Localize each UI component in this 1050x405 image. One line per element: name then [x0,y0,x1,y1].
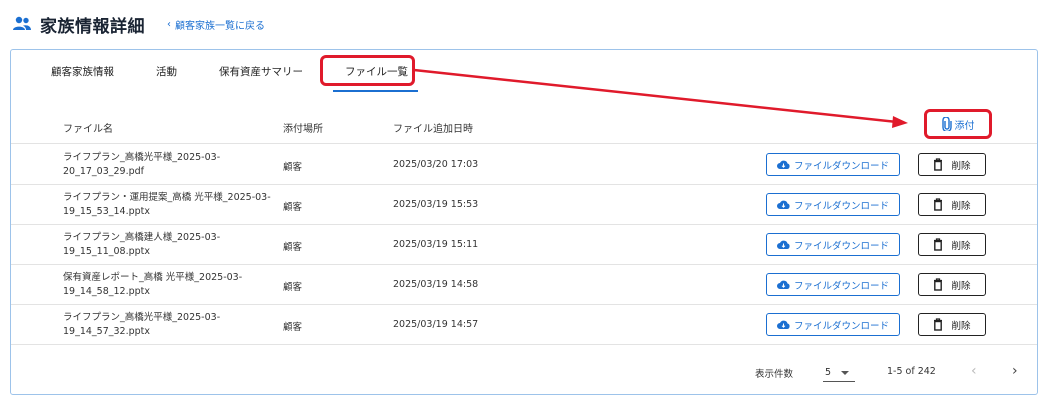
download-button[interactable]: ファイルダウンロード [766,233,900,256]
file-date: 2025/03/20 17:03 [393,159,479,170]
file-date: 2025/03/19 14:58 [393,279,479,290]
delete-button[interactable]: 削除 [918,233,986,256]
page-title: 家族情報詳細 [40,16,145,37]
page-header: 家族情報詳細 ‹ 顧客家族一覧に戻る [12,12,265,37]
tab-activity[interactable]: 活動 [156,64,177,90]
file-name: ライフプラン・運用提案_高橋 光平様_2025-03-19_15_53_14.p… [63,192,271,217]
file-location: 顧客 [283,322,303,333]
page-range: 1-5 of 242 [887,366,936,377]
per-page-label: 表示件数 [755,369,794,380]
trash-icon [934,278,943,291]
cloud-download-icon [776,200,790,209]
chevron-right-icon[interactable]: › [1012,363,1018,379]
active-tab-indicator [333,90,418,92]
table-row: 保有資産レポート_高橋 光平様_2025-03-19_14_58_12.pptx… [11,265,1037,305]
trash-icon [934,318,943,331]
file-location: 顧客 [283,242,303,253]
tab-label: 活動 [156,66,177,78]
download-button[interactable]: ファイルダウンロード [766,193,900,216]
back-link-label: 顧客家族一覧に戻る [175,20,265,32]
delete-button[interactable]: 削除 [918,273,986,296]
table-row: ライフプラン_高橋光平様_2025-03-20_17_03_29.pdf 顧客 … [11,145,1037,185]
tab-label: ファイル一覧 [345,66,408,78]
column-header-date: ファイル追加日時 [393,124,473,135]
file-date: 2025/03/19 15:53 [393,199,479,210]
chevron-left-icon: ‹ [167,18,171,30]
caret-down-icon [841,370,850,375]
download-button[interactable]: ファイルダウンロード [766,313,900,336]
people-icon [13,16,31,30]
table-header: ファイル名 添付場所 ファイル追加日時 [11,118,1037,144]
file-name: 保有資産レポート_高橋 光平様_2025-03-19_14_58_12.pptx [63,272,243,297]
tab-label: 顧客家族情報 [51,66,114,78]
tab-file-list[interactable]: ファイル一覧 [333,64,418,92]
file-name: ライフプラン_高橋光平様_2025-03-20_17_03_29.pdf [63,152,221,177]
paperclip-icon [941,117,952,131]
download-label: ファイルダウンロード [793,240,889,252]
per-page-value: 5 [825,367,832,378]
delete-label: 削除 [951,320,971,332]
chevron-left-icon[interactable]: ‹ [971,363,977,379]
per-page-select[interactable]: 5 [823,364,855,382]
file-list-card: 顧客家族情報 活動 保有資産サマリー ファイル一覧 ファイル名 添付場所 ファイ… [10,49,1038,395]
download-label: ファイルダウンロード [793,200,889,212]
back-link[interactable]: ‹ 顧客家族一覧に戻る [167,17,265,32]
cloud-download-icon [776,280,790,289]
cloud-download-icon [776,160,790,169]
cloud-download-icon [776,240,790,249]
trash-icon [934,198,943,211]
tab-label: 保有資産サマリー [219,66,303,78]
download-label: ファイルダウンロード [793,160,889,172]
pagination: 表示件数 5 1-5 of 242 ‹ › [11,356,1037,386]
trash-icon [934,238,943,251]
delete-button[interactable]: 削除 [918,193,986,216]
download-button[interactable]: ファイルダウンロード [766,273,900,296]
file-name: ライフプラン_高橋建人様_2025-03-19_15_11_08.pptx [63,232,221,257]
file-date: 2025/03/19 15:11 [393,239,479,250]
file-location: 顧客 [283,162,303,173]
tab-customer-family-info[interactable]: 顧客家族情報 [51,64,114,90]
attach-label: 添付 [954,120,975,132]
trash-icon [934,158,943,171]
download-button[interactable]: ファイルダウンロード [766,153,900,176]
table-row: ライフプラン_高橋建人様_2025-03-19_15_11_08.pptx 顧客… [11,225,1037,265]
download-label: ファイルダウンロード [793,280,889,292]
column-header-location: 添付場所 [283,124,323,135]
download-label: ファイルダウンロード [793,320,889,332]
file-location: 顧客 [283,282,303,293]
file-location: 顧客 [283,202,303,213]
delete-button[interactable]: 削除 [918,313,986,336]
delete-button[interactable]: 削除 [918,153,986,176]
table-row: ライフプラン_高橋光平様_2025-03-19_14_57_32.pptx 顧客… [11,305,1037,345]
delete-label: 削除 [951,240,971,252]
file-date: 2025/03/19 14:57 [393,319,479,330]
table-row: ライフプラン・運用提案_高橋 光平様_2025-03-19_15_53_14.p… [11,185,1037,225]
column-header-filename: ファイル名 [63,124,113,135]
tab-bar: 顧客家族情報 活動 保有資産サマリー ファイル一覧 [51,64,450,92]
delete-label: 削除 [951,200,971,212]
tab-asset-summary[interactable]: 保有資産サマリー [219,64,303,90]
file-name: ライフプラン_高橋光平様_2025-03-19_14_57_32.pptx [63,312,221,337]
cloud-download-icon [776,320,790,329]
delete-label: 削除 [951,280,971,292]
delete-label: 削除 [951,160,971,172]
attach-button[interactable]: 添付 [924,109,992,139]
